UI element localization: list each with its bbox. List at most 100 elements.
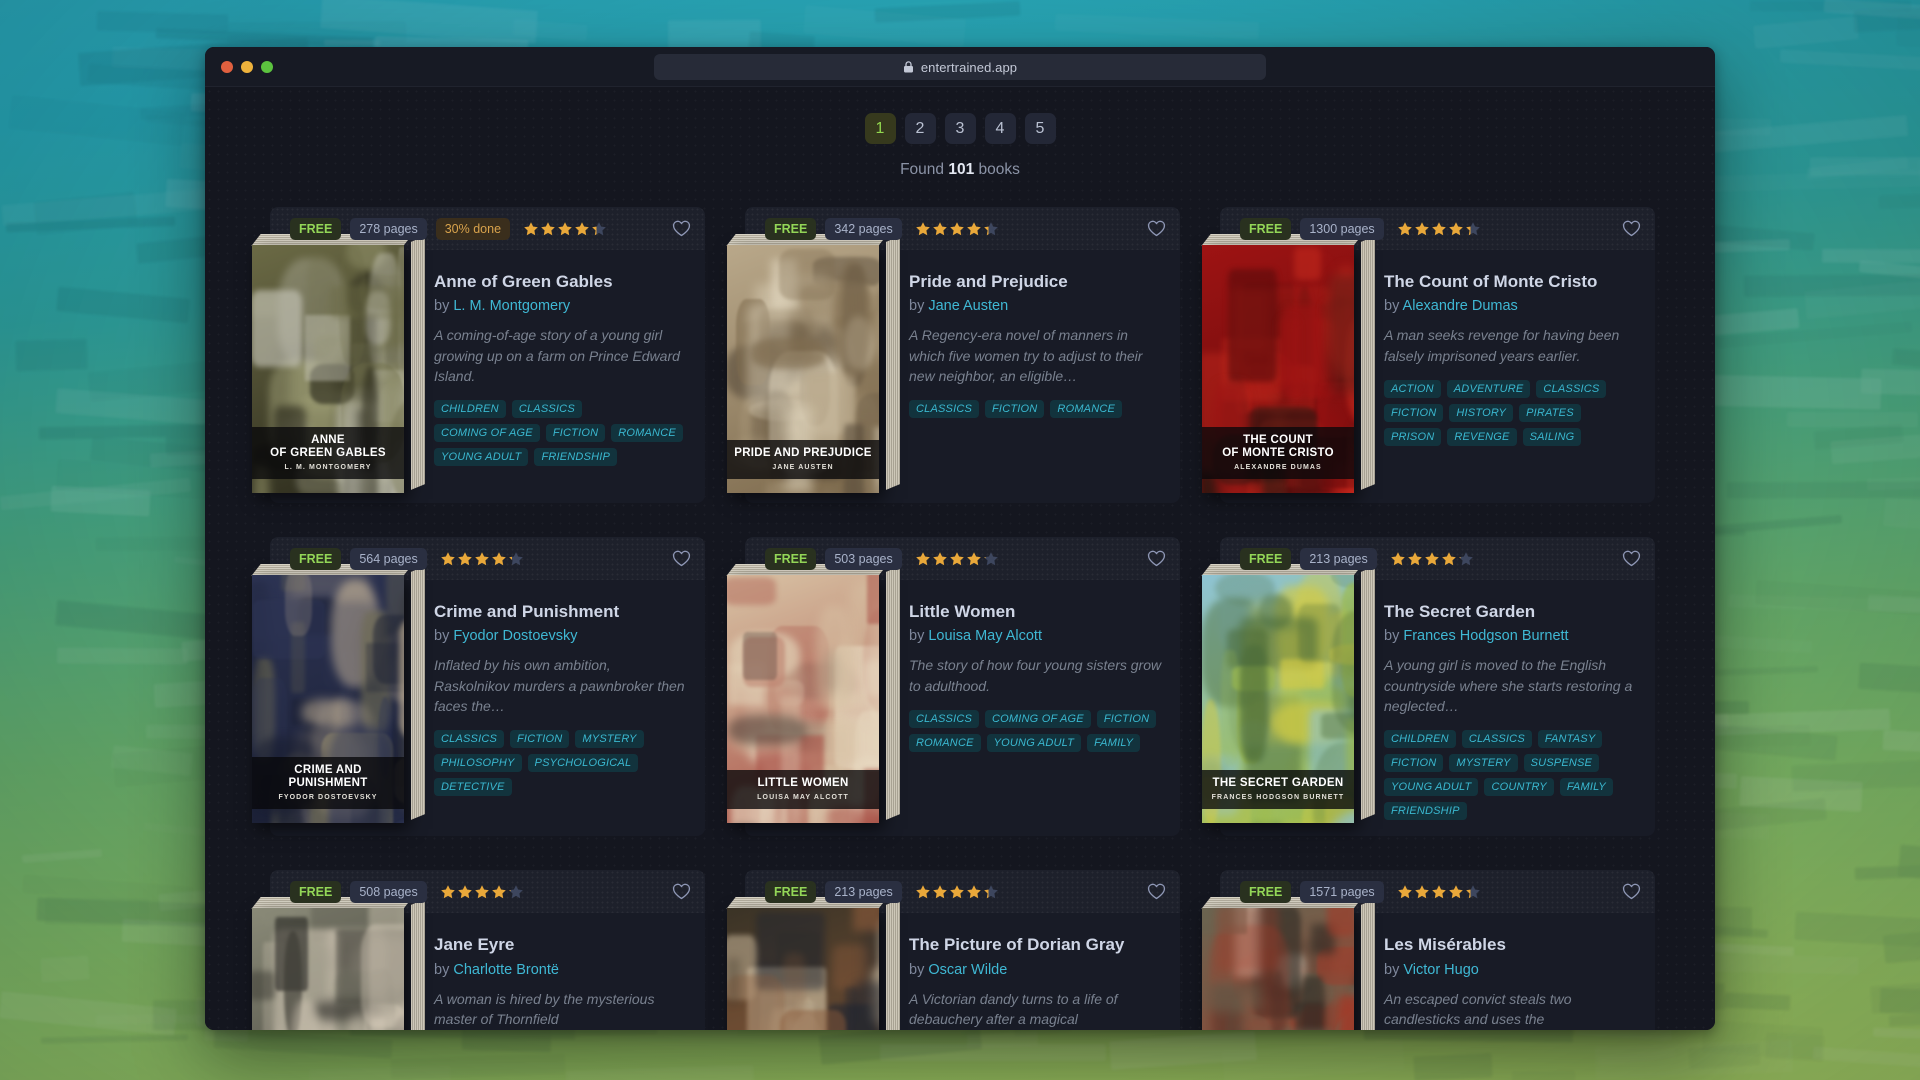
book-author-link[interactable]: Victor Hugo bbox=[1403, 962, 1479, 978]
genre-tag[interactable]: CLASSICS bbox=[909, 400, 980, 419]
book-title[interactable]: Anne of Green Gables bbox=[434, 272, 687, 292]
genre-tag[interactable]: FICTION bbox=[1384, 754, 1444, 773]
book-cover[interactable]: Little Women Louisa May Alcott bbox=[726, 564, 900, 823]
genre-tag[interactable]: HISTORY bbox=[1449, 403, 1514, 422]
book-cover[interactable]: Jane Eyre Charlotte Brontë bbox=[251, 897, 425, 1030]
book-author-link[interactable]: Charlotte Brontë bbox=[453, 962, 559, 978]
book-card[interactable]: FREE 1300 pages The Count o bbox=[1201, 207, 1655, 503]
genre-tag[interactable]: CLASSICS bbox=[909, 709, 980, 728]
genre-tag[interactable]: FICTION bbox=[985, 400, 1045, 419]
genre-tag[interactable]: ROMANCE bbox=[1050, 400, 1123, 419]
genre-tag[interactable]: PHILOSOPHY bbox=[434, 754, 522, 773]
genre-tag[interactable]: FICTION bbox=[510, 730, 570, 749]
heart-icon[interactable] bbox=[1145, 548, 1167, 570]
genre-tag[interactable]: FAMILY bbox=[1087, 733, 1141, 752]
book-title[interactable]: The Count of Monte Cristo bbox=[1384, 272, 1637, 292]
book-title[interactable]: Les Misérables bbox=[1384, 935, 1637, 955]
genre-tag[interactable]: YOUNG ADULT bbox=[986, 733, 1082, 752]
genre-tag[interactable]: FAMILY bbox=[1559, 778, 1613, 797]
book-cover[interactable]: The Picture of Dorian Gray Oscar Wilde bbox=[726, 897, 900, 1030]
page-button-1[interactable]: 1 bbox=[864, 113, 896, 144]
genre-tag-list: CLASSICS FICTION ROMANCE bbox=[909, 400, 1162, 419]
book-card[interactable]: FREE 503 pages Little Wome bbox=[726, 537, 1180, 837]
book-cover[interactable]: Crime and Punishment Fyodor Dostoevsky bbox=[251, 564, 425, 823]
genre-tag[interactable]: FRIENDSHIP bbox=[534, 448, 618, 467]
book-author-link[interactable]: Frances Hodgson Burnett bbox=[1403, 628, 1568, 644]
genre-tag[interactable]: ROMANCE bbox=[909, 733, 981, 752]
book-card[interactable]: FREE 564 pages Crime and Pu bbox=[251, 537, 705, 837]
book-author-link[interactable]: Fyodor Dostoevsky bbox=[453, 628, 577, 644]
cover-title: The Count of Monte Cristo bbox=[1222, 433, 1334, 459]
cover-text-band: Pride and Prejudice Jane Austen bbox=[727, 439, 879, 479]
heart-icon[interactable] bbox=[1620, 881, 1642, 903]
genre-tag[interactable]: FICTION bbox=[545, 424, 606, 443]
book-card[interactable]: FREE 1571 pages Les Misérables by Victor… bbox=[1201, 870, 1655, 1030]
genre-tag[interactable]: YOUNG ADULT bbox=[434, 448, 529, 467]
book-title[interactable]: Jane Eyre bbox=[434, 935, 687, 955]
genre-tag[interactable]: PSYCHOLOGICAL bbox=[527, 754, 639, 773]
book-cover[interactable]: Les Misérables Victor Hugo bbox=[1201, 897, 1375, 1030]
book-card[interactable]: FREE 508 pages Jane Eyre by Charlotte Br… bbox=[251, 870, 705, 1030]
genre-tag[interactable]: CLASSICS bbox=[1536, 379, 1607, 398]
genre-tag[interactable]: PIRATES bbox=[1519, 403, 1581, 422]
genre-tag[interactable]: YOUNG ADULT bbox=[1384, 778, 1479, 797]
genre-tag[interactable]: CLASSICS bbox=[434, 730, 505, 749]
book-author-link[interactable]: Alexandre Dumas bbox=[1403, 298, 1518, 314]
page-button-3[interactable]: 3 bbox=[944, 113, 976, 144]
genre-tag[interactable]: FRIENDSHIP bbox=[1384, 802, 1467, 821]
book-title[interactable]: Pride and Prejudice bbox=[909, 272, 1162, 292]
heart-icon[interactable] bbox=[1145, 218, 1167, 240]
genre-tag[interactable]: FICTION bbox=[1096, 709, 1157, 728]
page-button-5[interactable]: 5 bbox=[1024, 113, 1056, 144]
book-author-link[interactable]: Oscar Wilde bbox=[928, 962, 1007, 978]
book-author-link[interactable]: Jane Austen bbox=[928, 298, 1008, 314]
book-card[interactable]: FREE 278 pages 30% done Ann bbox=[251, 207, 705, 503]
genre-tag[interactable]: CHILDREN bbox=[1384, 730, 1456, 749]
page-button-4[interactable]: 4 bbox=[984, 113, 1016, 144]
book-card[interactable]: FREE 213 pages The Picture of Dorian Gra… bbox=[726, 870, 1180, 1030]
heart-icon[interactable] bbox=[1620, 218, 1642, 240]
genre-tag[interactable]: FICTION bbox=[1384, 403, 1444, 422]
genre-tag[interactable]: ADVENTURE bbox=[1446, 379, 1531, 398]
genre-tag[interactable]: ACTION bbox=[1384, 379, 1441, 398]
genre-tag[interactable]: PRISON bbox=[1384, 427, 1442, 446]
book-title[interactable]: Little Women bbox=[909, 602, 1162, 622]
heart-icon[interactable] bbox=[670, 881, 692, 903]
genre-tag[interactable]: SAILING bbox=[1522, 427, 1582, 446]
minimize-button[interactable] bbox=[241, 60, 253, 73]
book-title[interactable]: The Picture of Dorian Gray bbox=[909, 935, 1162, 955]
genre-tag[interactable]: FANTASY bbox=[1537, 730, 1603, 749]
book-card[interactable]: FREE 342 pages Pride and P bbox=[726, 207, 1180, 503]
star-icon bbox=[949, 221, 965, 237]
book-info: Anne of Green Gables by L. M. Montgomery… bbox=[412, 250, 705, 493]
genre-tag[interactable]: COUNTRY bbox=[1484, 778, 1554, 797]
genre-tag[interactable]: REVENGE bbox=[1447, 427, 1517, 446]
book-cover[interactable]: Anne of Green Gables L. M. Montgomery bbox=[251, 234, 425, 493]
book-title[interactable]: The Secret Garden bbox=[1384, 602, 1637, 622]
book-card[interactable]: FREE 213 pages The Secret bbox=[1201, 537, 1655, 837]
genre-tag[interactable]: COMING OF AGE bbox=[985, 709, 1091, 728]
page-button-2[interactable]: 2 bbox=[904, 113, 936, 144]
book-author-link[interactable]: L. M. Montgomery bbox=[453, 298, 570, 314]
genre-tag[interactable]: CLASSICS bbox=[511, 400, 582, 419]
heart-icon[interactable] bbox=[670, 548, 692, 570]
heart-icon[interactable] bbox=[1620, 548, 1642, 570]
genre-tag[interactable]: COMING OF AGE bbox=[434, 424, 540, 443]
genre-tag[interactable]: MYSTERY bbox=[1449, 754, 1518, 773]
genre-tag[interactable]: CHILDREN bbox=[434, 400, 506, 419]
heart-icon[interactable] bbox=[670, 218, 692, 240]
genre-tag[interactable]: SUSPENSE bbox=[1523, 754, 1600, 773]
genre-tag[interactable]: DETECTIVE bbox=[434, 778, 512, 797]
book-title[interactable]: Crime and Punishment bbox=[434, 602, 687, 622]
book-cover[interactable]: The Count of Monte Cristo Alexandre Dumas bbox=[1201, 234, 1375, 493]
heart-icon[interactable] bbox=[1145, 881, 1167, 903]
address-bar[interactable]: entertrained.app bbox=[654, 54, 1266, 80]
book-author-link[interactable]: Louisa May Alcott bbox=[928, 628, 1042, 644]
genre-tag[interactable]: CLASSICS bbox=[1461, 730, 1532, 749]
zoom-button[interactable] bbox=[261, 60, 273, 73]
genre-tag[interactable]: ROMANCE bbox=[611, 424, 683, 443]
book-cover[interactable]: Pride and Prejudice Jane Austen bbox=[726, 234, 900, 493]
book-cover[interactable]: The Secret Garden Frances Hodgson Burnet… bbox=[1201, 564, 1375, 836]
close-button[interactable] bbox=[221, 60, 233, 73]
genre-tag[interactable]: MYSTERY bbox=[575, 730, 644, 749]
